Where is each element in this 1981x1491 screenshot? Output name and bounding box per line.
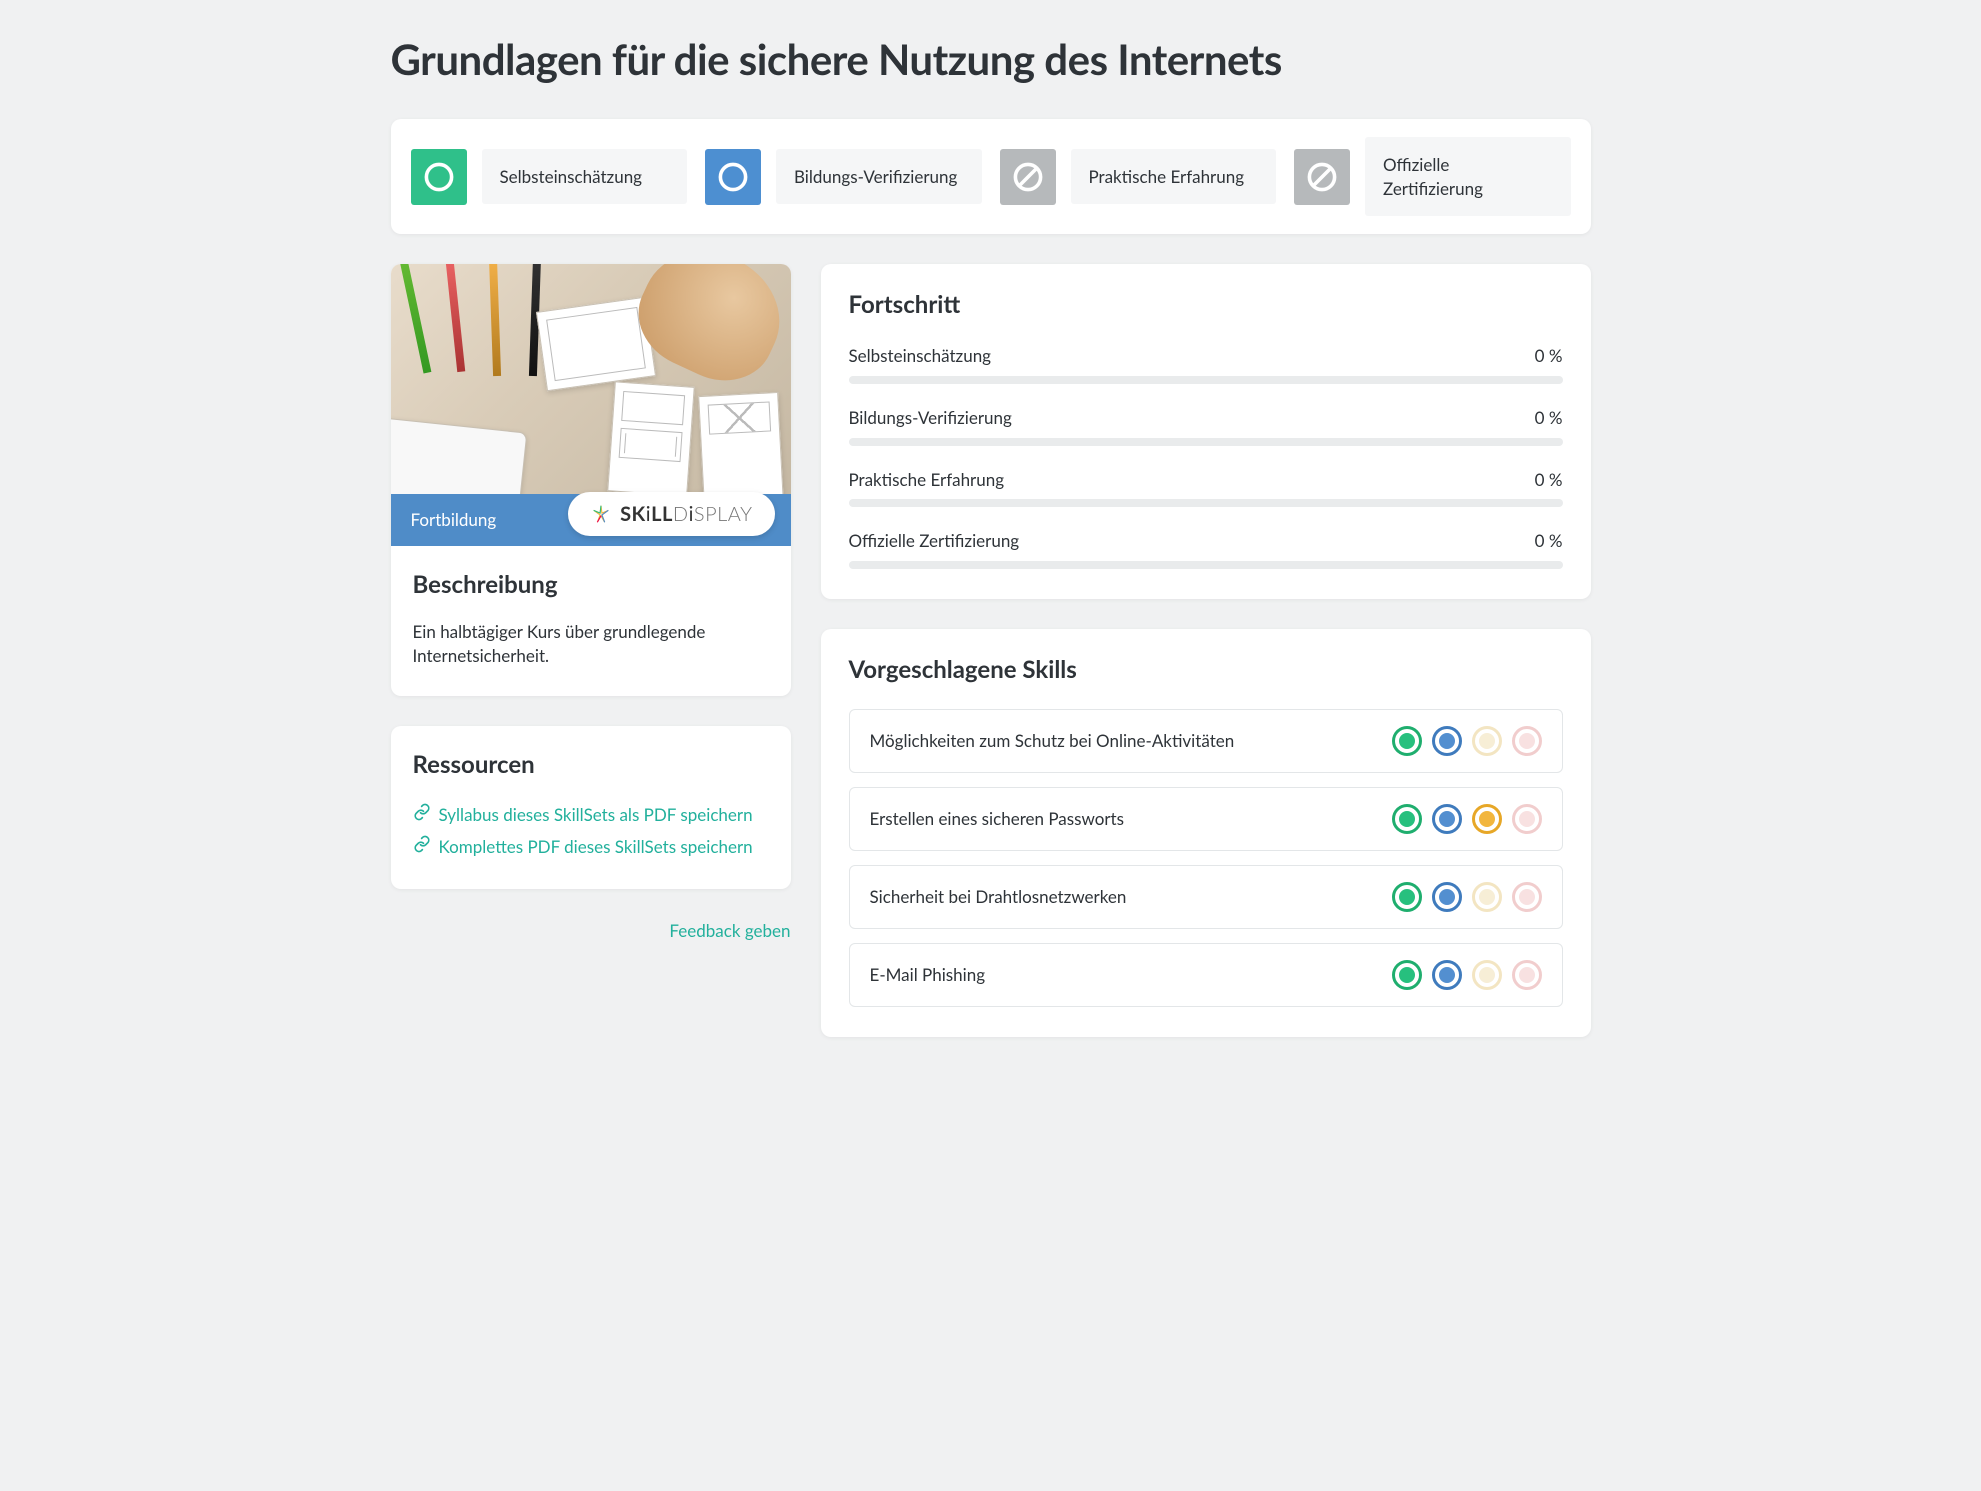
disabled-circle-icon [1000,149,1056,205]
verification-label: Selbsteinschätzung [482,149,688,205]
link-icon [413,803,431,827]
progress-bar [849,438,1563,446]
progress-row: Selbsteinschätzung 0 % [849,344,1563,384]
circle-outline-icon [705,149,761,205]
status-dot-yellow-faded [1472,960,1502,990]
resource-link[interactable]: Syllabus dieses SkillSets als PDF speich… [413,799,769,831]
status-dot-pink-faded [1512,726,1542,756]
status-dot-yellow [1472,804,1502,834]
status-dot-green [1392,726,1422,756]
progress-bar [849,561,1563,569]
resources-list: Syllabus dieses SkillSets als PDF speich… [413,799,769,863]
brand-badge: SKiLLDiSPLAY [568,492,774,536]
progress-label: Praktische Erfahrung [849,468,1005,492]
course-type-badge: Fortbildung [411,508,497,532]
status-dot-blue [1432,804,1462,834]
status-dot-blue [1432,960,1462,990]
resources-heading: Ressourcen [413,748,769,782]
course-type-bar: Fortbildung SKiLLDiSPLAY [391,494,791,546]
skill-name: Möglichkeiten zum Schutz bei Online-Akti… [870,729,1235,753]
skill-row[interactable]: Erstellen eines sicheren Passworts [849,787,1563,851]
progress-card: Fortschritt Selbsteinschätzung0 %Bildung… [821,264,1591,599]
link-icon [413,835,431,859]
circle-outline-icon [411,149,467,205]
skilldisplay-logo-icon [590,503,612,525]
skills-card: Vorgeschlagene Skills Möglichkeiten zum … [821,629,1591,1037]
skill-status-dots [1392,726,1542,756]
status-dot-blue [1432,882,1462,912]
progress-label: Offizielle Zertifizierung [849,529,1020,553]
skill-row[interactable]: Möglichkeiten zum Schutz bei Online-Akti… [849,709,1563,773]
progress-heading: Fortschritt [849,288,1563,322]
page-title: Grundlagen für die sichere Nutzung des I… [391,30,1591,89]
progress-value: 0 % [1535,344,1563,368]
description-card: Fortbildung SKiLLDiSPLAY Beschreibung Ei… [391,264,791,695]
status-dot-blue [1432,726,1462,756]
resource-link-label: Komplettes PDF dieses SkillSets speicher… [439,835,753,859]
verification-label: Offizielle Zertifizierung [1365,137,1571,217]
verification-label: Praktische Erfahrung [1071,149,1277,205]
status-dot-yellow-faded [1472,882,1502,912]
skill-status-dots [1392,804,1542,834]
progress-row: Praktische Erfahrung 0 % [849,468,1563,508]
verification-bar: Selbsteinschätzung Bildungs-Verifizierung… [391,119,1591,235]
resource-link[interactable]: Komplettes PDF dieses SkillSets speicher… [413,831,769,863]
resource-link-label: Syllabus dieses SkillSets als PDF speich… [439,803,753,827]
feedback-link[interactable]: Feedback geben [391,919,791,943]
progress-list: Selbsteinschätzung0 %Bildungs-Verifizier… [849,344,1563,569]
skill-name: E-Mail Phishing [870,963,986,987]
progress-value: 0 % [1535,406,1563,430]
status-dot-green [1392,804,1422,834]
status-dot-pink-faded [1512,882,1542,912]
progress-row: Bildungs-Verifizierung 0 % [849,406,1563,446]
disabled-circle-icon [1294,149,1350,205]
status-dot-green [1392,882,1422,912]
skill-status-dots [1392,960,1542,990]
skills-list: Möglichkeiten zum Schutz bei Online-Akti… [849,709,1563,1007]
progress-bar [849,499,1563,507]
verification-label: Bildungs-Verifizierung [776,149,982,205]
status-dot-green [1392,960,1422,990]
verification-item-self[interactable]: Selbsteinschätzung [411,137,688,217]
status-dot-pink-faded [1512,960,1542,990]
description-text: Ein halbtägiger Kurs über grundlegende I… [413,620,769,668]
status-dot-pink-faded [1512,804,1542,834]
skill-row[interactable]: E-Mail Phishing [849,943,1563,1007]
status-dot-yellow-faded [1472,726,1502,756]
progress-label: Bildungs-Verifizierung [849,406,1012,430]
skill-row[interactable]: Sicherheit bei Drahtlosnetzwerken [849,865,1563,929]
description-heading: Beschreibung [413,568,769,602]
verification-item-edu[interactable]: Bildungs-Verifizierung [705,137,982,217]
skills-heading: Vorgeschlagene Skills [849,653,1563,687]
resources-card: Ressourcen Syllabus dieses SkillSets als… [391,726,791,889]
skill-name: Erstellen eines sicheren Passworts [870,807,1124,831]
progress-value: 0 % [1535,529,1563,553]
verification-item-practice[interactable]: Praktische Erfahrung [1000,137,1277,217]
verification-item-cert[interactable]: Offizielle Zertifizierung [1294,137,1571,217]
progress-value: 0 % [1535,468,1563,492]
skill-name: Sicherheit bei Drahtlosnetzwerken [870,885,1127,909]
skill-status-dots [1392,882,1542,912]
course-image [391,264,791,494]
brand-text: SKiLLDiSPLAY [620,500,752,528]
progress-label: Selbsteinschätzung [849,344,992,368]
progress-row: Offizielle Zertifizierung 0 % [849,529,1563,569]
progress-bar [849,376,1563,384]
